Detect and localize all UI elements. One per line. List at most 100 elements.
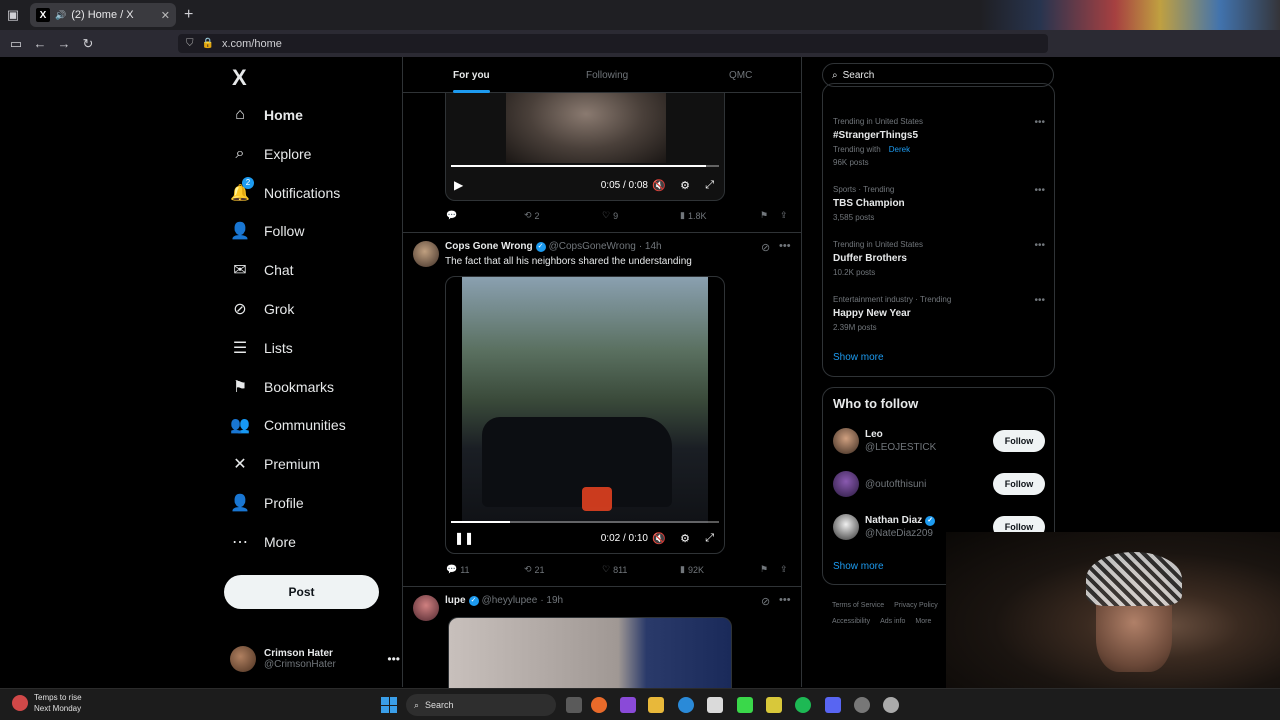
more-dots-icon[interactable]: ••• — [1034, 240, 1045, 251]
more-dots-icon[interactable]: ••• — [1034, 295, 1045, 306]
nav-item-chat[interactable]: ✉ Chat — [230, 255, 293, 285]
suggested-user-name[interactable]: Leo — [865, 429, 883, 440]
edge-icon[interactable] — [678, 697, 694, 713]
more-dots-icon[interactable]: ••• — [387, 652, 400, 666]
more-dots-icon[interactable]: ••• — [1034, 117, 1045, 128]
footer-link[interactable]: Terms of Service — [832, 602, 884, 609]
firefox-icon[interactable] — [591, 697, 607, 713]
tab-qmc[interactable]: QMC — [729, 57, 752, 93]
wtf-show-more-link[interactable]: Show more — [833, 561, 884, 572]
tweet-video-3[interactable] — [448, 617, 732, 688]
tweet-age[interactable]: · 14h — [639, 241, 662, 252]
trend-item[interactable]: Trending in United States #StrangerThings… — [833, 117, 1045, 167]
nav-item-explore[interactable]: ⌕ Explore — [230, 139, 312, 169]
store-icon[interactable] — [707, 697, 723, 713]
views-icon[interactable]: ▮ 92K — [680, 564, 704, 575]
nav-item-notifications[interactable]: 🔔 2 Notifications — [230, 176, 340, 208]
nav-item-communities[interactable]: 👥 Communities — [230, 410, 346, 440]
trend-with-link[interactable]: Derek — [889, 145, 910, 154]
app-icon[interactable] — [883, 697, 899, 713]
like-icon[interactable]: ♡ 811 — [602, 564, 627, 575]
video-progress-bar[interactable] — [451, 165, 719, 167]
retweet-icon[interactable]: ⟲ 21 — [524, 564, 545, 575]
forward-icon[interactable]: → — [52, 36, 76, 51]
follow-button[interactable]: Follow — [993, 430, 1045, 452]
sidebar-toggle-icon[interactable]: ▭ — [4, 36, 28, 52]
taskbar-search[interactable]: ⌕ Search — [406, 694, 556, 716]
footer-link[interactable]: Privacy Policy — [894, 602, 938, 609]
share-icon[interactable]: ⇪ — [780, 210, 788, 221]
footer-link[interactable]: Accessibility — [832, 618, 870, 625]
reply-icon[interactable]: 💬 11 — [446, 564, 470, 575]
reply-icon[interactable]: 💬 — [446, 210, 460, 221]
discord-icon[interactable] — [825, 697, 841, 713]
tweet-author[interactable]: Cops Gone Wrong — [445, 241, 533, 252]
kick-icon[interactable] — [737, 697, 753, 713]
volume-icon[interactable]: 🔇 — [652, 532, 666, 545]
bookmark-icon[interactable]: ⚑ — [760, 564, 768, 575]
tweet-age[interactable]: · 19h — [540, 595, 563, 606]
more-dots-icon[interactable]: ••• — [779, 594, 791, 606]
footer-link[interactable]: More — [915, 618, 931, 625]
volume-icon[interactable]: 🔇 — [652, 179, 666, 192]
tab-close-icon[interactable]: ✕ — [161, 9, 170, 22]
avatar[interactable] — [833, 514, 859, 540]
like-icon[interactable]: ♡ 9 — [602, 210, 618, 221]
avatar[interactable] — [413, 595, 439, 621]
tweet-handle[interactable]: @CopsGoneWrong — [549, 241, 636, 252]
more-dots-icon[interactable]: ••• — [779, 240, 791, 252]
weather-widget[interactable]: Temps to rise Next Monday — [12, 692, 82, 714]
pause-icon[interactable]: ❚❚ — [454, 531, 474, 545]
more-dots-icon[interactable]: ••• — [1034, 185, 1045, 196]
spotify-icon[interactable] — [795, 697, 811, 713]
copilot-icon[interactable] — [620, 697, 636, 713]
settings-icon[interactable]: ⚙ — [680, 532, 690, 545]
obs-icon[interactable] — [854, 697, 870, 713]
tab-for-you[interactable]: For you — [453, 57, 490, 93]
tab-audio-icon[interactable]: 🔊 — [55, 10, 66, 21]
avatar[interactable] — [833, 471, 859, 497]
lock-icon[interactable]: 🔒 — [202, 38, 214, 49]
trend-item[interactable]: Trending in United States Duffer Brothers… — [833, 240, 1045, 277]
tweet-video-1[interactable]: ▶ 0:05 / 0:08 🔇 ⚙ ⤢ — [445, 93, 725, 201]
play-icon[interactable]: ▶ — [454, 178, 463, 192]
app-icon[interactable] — [766, 697, 782, 713]
tweet-handle[interactable]: @heyylupee — [482, 595, 538, 606]
nav-item-bookmarks[interactable]: ⚑ Bookmarks — [230, 372, 334, 402]
reload-icon[interactable]: ↻ — [76, 36, 100, 52]
nav-item-home[interactable]: ⌂ Home — [230, 100, 303, 130]
nav-item-grok[interactable]: ⊘ Grok — [230, 294, 294, 324]
bookmark-icon[interactable]: ⚑ — [760, 210, 768, 221]
suggested-user-name[interactable]: Nathan Diaz ✓ — [865, 515, 936, 526]
nav-item-more[interactable]: ⋯ More — [230, 527, 296, 557]
grok-icon[interactable]: ⊘ — [761, 241, 770, 254]
tab-overview-icon[interactable]: ▣ — [0, 0, 26, 30]
settings-icon[interactable]: ⚙ — [680, 179, 690, 192]
trends-show-more-link[interactable]: Show more — [833, 352, 884, 363]
shield-icon[interactable]: ⛉ — [186, 38, 194, 49]
retweet-icon[interactable]: ⟲ 2 — [524, 210, 540, 221]
who-to-follow-row[interactable]: @outofthisuni Follow — [833, 471, 1045, 501]
trend-item[interactable]: Sports · Trending TBS Champion 3,585 posts… — [833, 185, 1045, 222]
grok-icon[interactable]: ⊘ — [761, 595, 770, 608]
url-bar[interactable]: ⛉ 🔒 x.com/home — [178, 34, 1048, 53]
back-icon[interactable]: ← — [28, 36, 52, 51]
tweet-author[interactable]: lupe — [445, 595, 466, 606]
file-explorer-icon[interactable] — [648, 697, 664, 713]
avatar[interactable] — [833, 428, 859, 454]
account-switcher[interactable]: Crimson Hater @CrimsonHater ••• — [230, 641, 400, 677]
task-view-icon[interactable] — [566, 697, 582, 713]
views-icon[interactable]: ▮ 1.8K — [680, 210, 706, 221]
fullscreen-icon[interactable]: ⤢ — [705, 179, 714, 192]
nav-item-profile[interactable]: 👤 Profile — [230, 488, 304, 518]
windows-start-icon[interactable] — [381, 697, 397, 713]
nav-item-follow[interactable]: 👤 Follow — [230, 216, 304, 246]
new-tab-icon[interactable]: + — [184, 6, 193, 24]
fullscreen-icon[interactable]: ⤢ — [705, 532, 714, 545]
browser-tab[interactable]: X 🔊 (2) Home / X ✕ — [30, 3, 176, 27]
footer-link[interactable]: Ads info — [880, 618, 905, 625]
tab-following[interactable]: Following — [586, 57, 628, 93]
tweet-video-2[interactable]: ❚❚ 0:02 / 0:10 🔇 ⚙ ⤢ — [445, 276, 725, 554]
share-icon[interactable]: ⇪ — [780, 564, 788, 575]
nav-item-lists[interactable]: ☰ Lists — [230, 333, 293, 363]
